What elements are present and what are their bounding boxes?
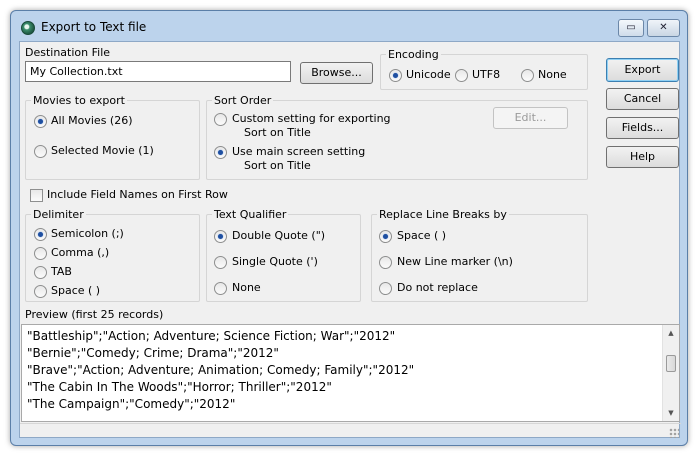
encoding-group: Encoding Unicode UTF8 None xyxy=(380,48,588,90)
title-bar[interactable]: Export to Text file ▭ ✕ xyxy=(11,11,687,43)
restore-button[interactable]: ▭ xyxy=(618,19,644,37)
linebreak-newline-label[interactable]: New Line marker (\n) xyxy=(397,255,513,268)
qualifier-double-radio[interactable] xyxy=(214,230,227,243)
qualifier-double-label[interactable]: Double Quote (") xyxy=(232,229,325,242)
encoding-unicode-label[interactable]: Unicode xyxy=(406,68,451,81)
export-dialog-window: Export to Text file ▭ ✕ Destination File… xyxy=(10,10,688,446)
delimiter-semicolon-radio[interactable] xyxy=(34,228,47,241)
close-button[interactable]: ✕ xyxy=(647,19,680,37)
encoding-title: Encoding xyxy=(386,48,441,61)
include-field-names-checkbox[interactable] xyxy=(30,189,43,202)
app-icon xyxy=(21,21,35,35)
text-qualifier-title: Text Qualifier xyxy=(212,208,289,221)
linebreak-none-radio[interactable] xyxy=(379,282,392,295)
sort-main-radio[interactable] xyxy=(214,146,227,159)
qualifier-single-radio[interactable] xyxy=(214,256,227,269)
linebreak-space-label[interactable]: Space ( ) xyxy=(397,229,446,242)
text-qualifier-group: Text Qualifier Double Quote (") Single Q… xyxy=(206,208,361,302)
scroll-down-icon[interactable]: ▼ xyxy=(663,405,679,421)
sort-custom-label[interactable]: Custom setting for exporting xyxy=(232,112,391,125)
scroll-thumb[interactable] xyxy=(666,355,676,372)
preview-line: "Battleship";"Action; Adventure; Science… xyxy=(27,329,396,343)
destination-file-label: Destination File xyxy=(25,46,111,59)
preview-line: "Brave";"Action; Adventure; Animation; C… xyxy=(27,363,415,377)
window-title: Export to Text file xyxy=(41,20,147,34)
movies-to-export-group: Movies to export All Movies (26) Selecte… xyxy=(25,94,200,180)
selected-movie-radio[interactable] xyxy=(34,145,47,158)
destination-file-input[interactable]: My Collection.txt xyxy=(25,61,291,82)
help-button[interactable]: Help xyxy=(606,146,679,168)
delimiter-title: Delimiter xyxy=(31,208,86,221)
qualifier-none-radio[interactable] xyxy=(214,282,227,295)
encoding-unicode-radio[interactable] xyxy=(389,69,402,82)
export-button[interactable]: Export xyxy=(606,58,679,82)
qualifier-single-label[interactable]: Single Quote (') xyxy=(232,255,318,268)
scroll-up-icon[interactable]: ▲ xyxy=(663,325,679,341)
cancel-button[interactable]: Cancel xyxy=(606,88,679,110)
encoding-none-radio[interactable] xyxy=(521,69,534,82)
preview-scrollbar[interactable]: ▲ ▼ xyxy=(662,325,679,421)
linebreak-space-radio[interactable] xyxy=(379,230,392,243)
delimiter-group: Delimiter Semicolon (;) Comma (,) TAB Sp… xyxy=(25,208,200,302)
delimiter-tab-label[interactable]: TAB xyxy=(51,265,72,278)
sort-custom-sub: Sort on Title xyxy=(244,126,311,139)
browse-button[interactable]: Browse... xyxy=(300,62,373,84)
linebreak-newline-radio[interactable] xyxy=(379,256,392,269)
delimiter-space-label[interactable]: Space ( ) xyxy=(51,284,100,297)
sort-main-label[interactable]: Use main screen setting xyxy=(232,145,365,158)
linebreak-none-label[interactable]: Do not replace xyxy=(397,281,478,294)
all-movies-radio[interactable] xyxy=(34,115,47,128)
encoding-utf8-label[interactable]: UTF8 xyxy=(472,68,500,81)
resize-grip-icon[interactable] xyxy=(669,428,679,438)
sort-custom-radio[interactable] xyxy=(214,113,227,126)
delimiter-semicolon-label[interactable]: Semicolon (;) xyxy=(51,227,124,240)
preview-label: Preview (first 25 records) xyxy=(25,308,164,321)
selected-movie-label[interactable]: Selected Movie (1) xyxy=(51,144,154,157)
edit-sort-button[interactable]: Edit... xyxy=(493,107,568,129)
delimiter-tab-radio[interactable] xyxy=(34,266,47,279)
preview-line: "The Campaign";"Comedy";"2012" xyxy=(27,397,236,411)
line-breaks-title: Replace Line Breaks by xyxy=(377,208,509,221)
encoding-none-label[interactable]: None xyxy=(538,68,567,81)
preview-textarea[interactable]: "Battleship";"Action; Adventure; Science… xyxy=(21,324,680,422)
delimiter-comma-label[interactable]: Comma (,) xyxy=(51,246,109,259)
delimiter-comma-radio[interactable] xyxy=(34,247,47,260)
encoding-utf8-radio[interactable] xyxy=(455,69,468,82)
delimiter-space-radio[interactable] xyxy=(34,285,47,298)
fields-button[interactable]: Fields... xyxy=(606,117,679,139)
sort-order-group: Sort Order Custom setting for exporting … xyxy=(206,94,588,180)
line-breaks-group: Replace Line Breaks by Space ( ) New Lin… xyxy=(371,208,588,302)
movies-to-export-title: Movies to export xyxy=(31,94,127,107)
dialog-client-area: Destination File My Collection.txt Brows… xyxy=(19,41,681,439)
status-bar xyxy=(20,423,681,439)
preview-line: "The Cabin In The Woods";"Horror; Thrill… xyxy=(27,380,332,394)
all-movies-label[interactable]: All Movies (26) xyxy=(51,114,133,127)
sort-order-title: Sort Order xyxy=(212,94,274,107)
preview-line: "Bernie";"Comedy; Crime; Drama";"2012" xyxy=(27,346,279,360)
sort-main-sub: Sort on Title xyxy=(244,159,311,172)
qualifier-none-label[interactable]: None xyxy=(232,281,261,294)
include-field-names-label[interactable]: Include Field Names on First Row xyxy=(47,188,228,201)
